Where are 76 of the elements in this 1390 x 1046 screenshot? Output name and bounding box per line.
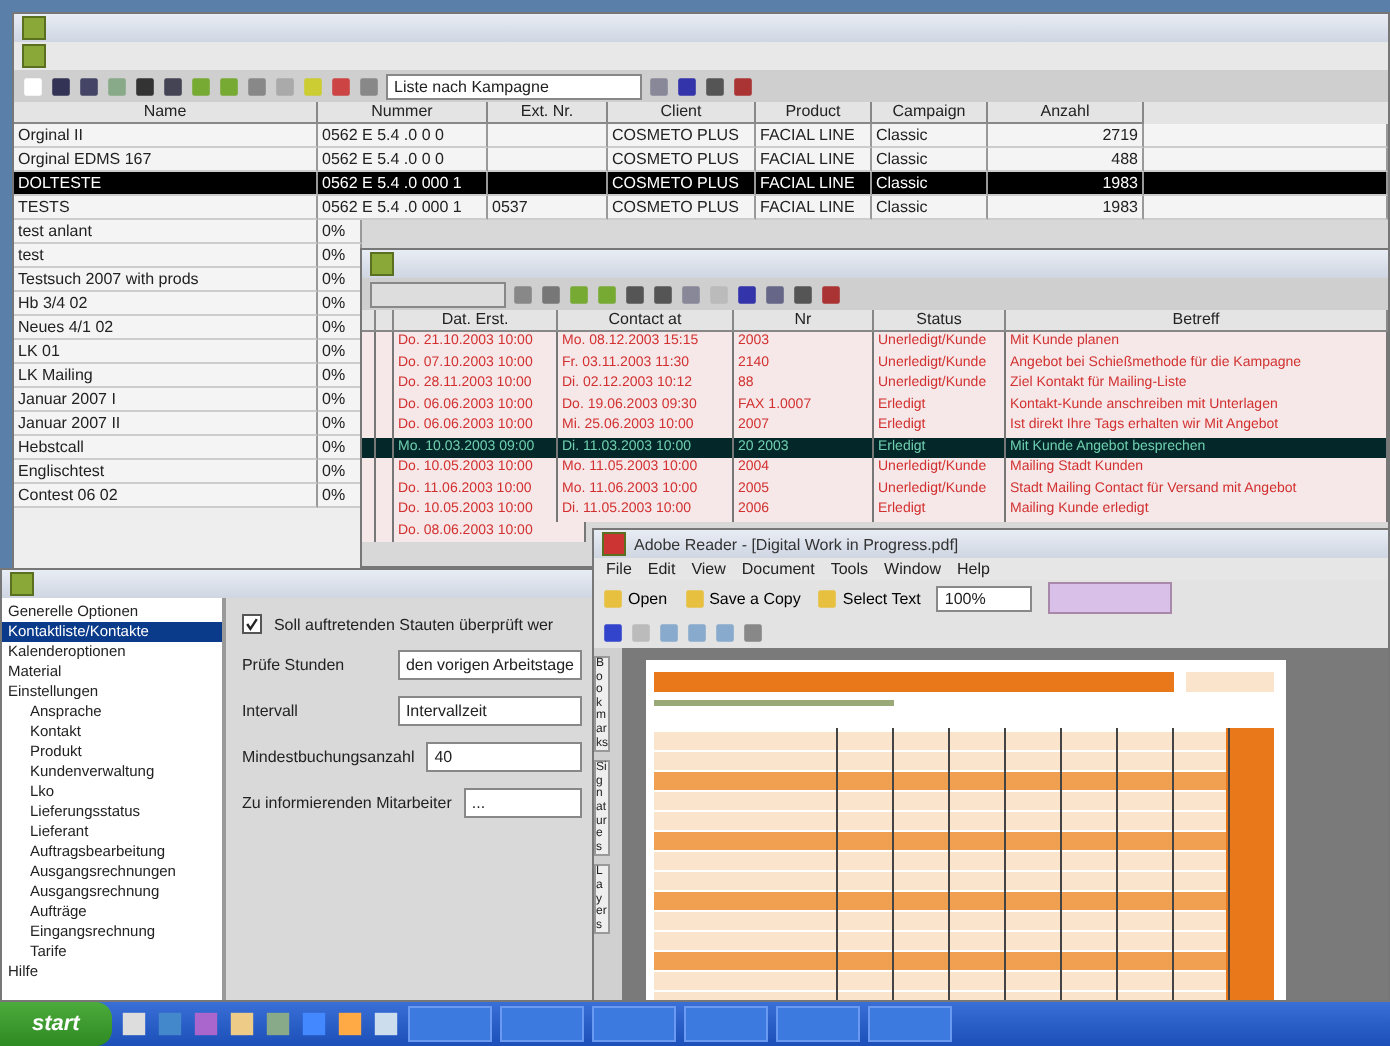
toolbar-icon[interactable] — [50, 75, 72, 97]
taskbar-task[interactable] — [591, 1006, 676, 1042]
taskbar-icon[interactable] — [263, 1010, 292, 1038]
table-row[interactable]: Orginal II 0562 E 5.4 .0 0 0 COSMETO PLUS FACIAL LINE Classic 2719 — [14, 124, 1388, 148]
app-icon — [370, 252, 394, 276]
toolbar-icon[interactable] — [134, 75, 156, 97]
taskbar-task[interactable] — [867, 1006, 952, 1042]
app-icon — [22, 44, 46, 68]
table-row[interactable]: Januar 2007 I 0% — [14, 388, 362, 412]
taskbar-icon[interactable] — [371, 1010, 400, 1038]
toolbar-icon[interactable] — [602, 621, 624, 643]
taskbar-icon[interactable] — [227, 1010, 256, 1038]
table-row[interactable]: LK 01 0% — [14, 340, 362, 364]
taskbar-icon[interactable] — [299, 1010, 328, 1038]
start-button[interactable]: start — [0, 1002, 112, 1046]
toolbar-button[interactable]: Save a Copy — [683, 587, 801, 609]
toolbar-icon[interactable] — [764, 283, 786, 305]
app-icon — [602, 532, 626, 556]
toolbar-icon[interactable] — [162, 75, 184, 97]
checkbox-label: Soll auftretenden Stauten überprüft wer — [273, 615, 554, 633]
menu-item[interactable]: Edit — [647, 560, 676, 578]
table-cell: FACIAL LINE — [756, 196, 872, 220]
field-label: Zu informierenden Mitarbeiter — [241, 794, 452, 812]
menu-item[interactable]: View — [691, 560, 726, 578]
table-cell: COSMETO PLUS — [608, 196, 756, 220]
menu-item[interactable]: Window — [884, 560, 941, 578]
input-field[interactable]: 40 — [426, 742, 582, 772]
menu-item[interactable]: Help — [957, 560, 990, 578]
field-label: Mindestbuchungsanzahl — [241, 748, 415, 766]
app-icon — [10, 572, 34, 596]
table-row[interactable]: DOLTESTE 0562 E 5.4 .0 000 1 COSMETO PLUS FACIAL LINE Classic 1983 — [14, 172, 1388, 196]
menu-item[interactable]: Document — [741, 560, 815, 578]
table-row[interactable]: Januar 2007 II 0% — [14, 412, 362, 436]
zoom-field[interactable]: 100% — [936, 585, 1033, 611]
view-select[interactable]: Liste nach Kampagne — [386, 73, 642, 99]
toolbar-icon[interactable] — [676, 75, 698, 97]
taskbar-icon[interactable] — [335, 1010, 364, 1038]
table-row[interactable]: Testsuch 2007 with prods 0% — [14, 268, 362, 292]
menu-item[interactable]: File — [606, 560, 632, 578]
toolbar-button[interactable]: Open — [602, 587, 668, 609]
table-row[interactable]: test anlant 0% — [14, 220, 362, 244]
toolbar-button[interactable]: Select Text — [816, 587, 921, 609]
table-cell: 0537 — [488, 196, 608, 220]
taskbar-task[interactable] — [499, 1006, 584, 1042]
taskbar-task[interactable] — [775, 1006, 860, 1042]
toolbar-icon[interactable] — [732, 75, 754, 97]
toolbar-icon[interactable] — [78, 75, 100, 97]
table-cell: 1983 — [988, 196, 1144, 220]
toolbar-icon[interactable] — [652, 283, 674, 305]
table-row[interactable]: Contest 06 02 0% — [14, 484, 362, 508]
checkbox[interactable] — [241, 614, 262, 634]
toolbar-icon[interactable] — [820, 283, 842, 305]
toolbar-icon[interactable] — [792, 283, 814, 305]
input-field[interactable]: Intervallzeit — [397, 696, 582, 726]
field-label: Intervall — [241, 702, 300, 720]
table-row[interactable]: TESTS 0562 E 5.4 .0 000 1 0537 COSMETO PLUS FACIAL LINE Classic 1983 — [14, 196, 1388, 220]
taskbar-icon[interactable] — [119, 1010, 148, 1038]
table-row[interactable]: LK Mailing 0% — [14, 364, 362, 388]
input-field[interactable] — [370, 281, 506, 307]
window-title: Adobe Reader - [Digital Work in Progress.pdf] — [634, 535, 959, 553]
table-cell: Classic — [872, 196, 988, 220]
menu-item[interactable]: Tools — [830, 560, 869, 578]
toolbar-icon[interactable] — [736, 283, 758, 305]
app-icon — [22, 16, 46, 40]
input-field[interactable]: ... — [463, 788, 582, 818]
table-row[interactable]: test 0% — [14, 244, 362, 268]
input-field[interactable]: den vorigen Arbeitstage — [397, 650, 582, 680]
taskbar-task[interactable] — [683, 1006, 768, 1042]
table-row[interactable]: Hebstcall 0% — [14, 436, 362, 460]
field-label: Prüfe Stunden — [241, 656, 347, 674]
table-row[interactable]: Neues 4/1 02 0% — [14, 316, 362, 340]
banner[interactable] — [1048, 582, 1173, 614]
table-row[interactable]: Englischtest 0% — [14, 460, 362, 484]
toolbar-icon[interactable] — [624, 283, 646, 305]
table-row[interactable]: Orginal EDMS 167 0562 E 5.4 .0 0 0 COSMETO PLUS FACIAL LINE Classic 488 — [14, 148, 1388, 172]
table-row[interactable]: Hb 3/4 02 0% — [14, 292, 362, 316]
